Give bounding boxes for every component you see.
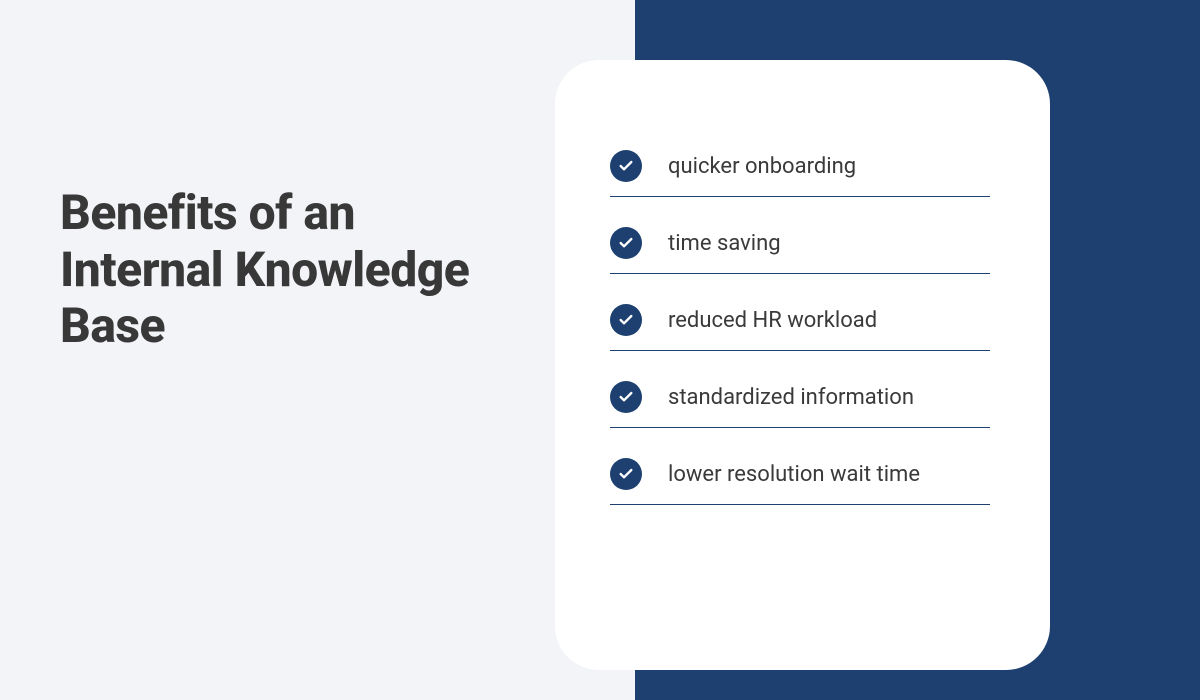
- benefit-label: lower resolution wait time: [668, 462, 920, 487]
- benefit-label: reduced HR workload: [668, 308, 877, 333]
- benefit-item: quicker onboarding: [610, 150, 990, 197]
- check-icon: [610, 150, 642, 182]
- page-title: Benefits of an Internal Knowledge Base: [60, 185, 510, 355]
- benefits-card: quicker onboarding time saving reduced H…: [555, 60, 1050, 670]
- benefit-label: quicker onboarding: [668, 154, 856, 179]
- check-icon: [610, 227, 642, 259]
- check-icon: [610, 458, 642, 490]
- benefit-label: standardized information: [668, 385, 914, 410]
- check-icon: [610, 381, 642, 413]
- benefit-item: lower resolution wait time: [610, 458, 990, 505]
- benefit-item: time saving: [610, 227, 990, 274]
- benefit-label: time saving: [668, 231, 781, 256]
- benefit-item: reduced HR workload: [610, 304, 990, 351]
- check-icon: [610, 304, 642, 336]
- benefit-item: standardized information: [610, 381, 990, 428]
